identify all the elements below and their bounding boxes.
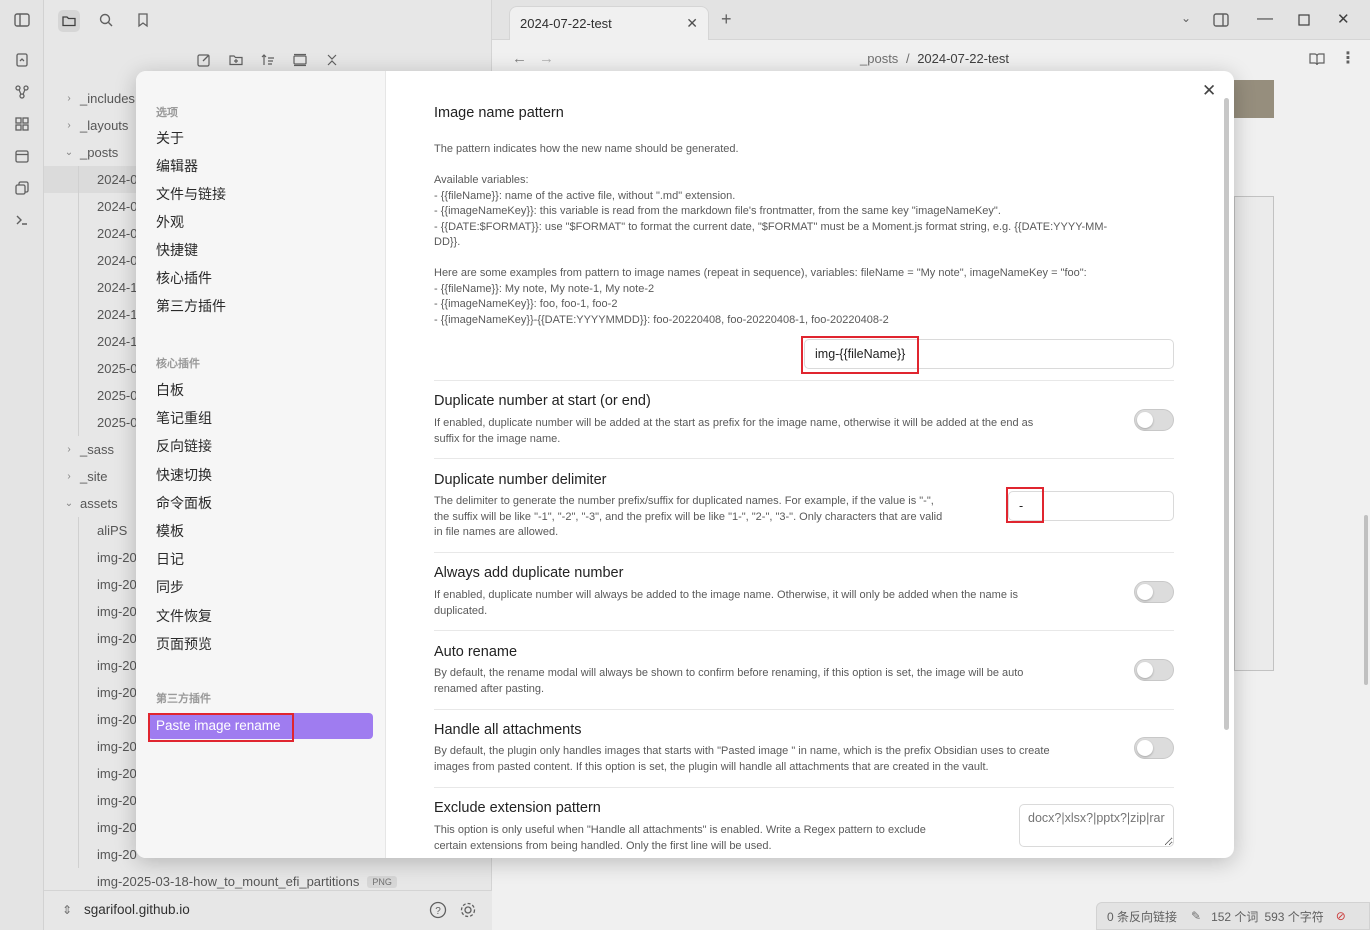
- toggle-knob: [1137, 740, 1153, 756]
- description-line: Here are some examples from pattern to i…: [434, 267, 1087, 279]
- description-line: - {{fileName}}: name of the active file,…: [434, 189, 736, 202]
- nav-item[interactable]: 关于: [156, 127, 184, 149]
- setting-always-dup-title: Always add duplicate number: [434, 565, 624, 581]
- nav-item[interactable]: 笔记重组: [156, 407, 212, 429]
- nav-item[interactable]: 反向链接: [156, 435, 212, 457]
- description-line: in file names are allowed.: [434, 526, 559, 538]
- setting-pattern-title: Image name pattern: [434, 105, 564, 121]
- setting-dup-delim-desc: The delimiter to generate the number pre…: [434, 494, 942, 541]
- description-line: - {{imageNameKey}}-{{DATE:YYYYMMDD}}: fo…: [434, 313, 889, 326]
- divider: [434, 630, 1174, 631]
- toggle-knob: [1137, 584, 1153, 600]
- description-line: The delimiter to generate the number pre…: [434, 495, 934, 507]
- nav-item[interactable]: 编辑器: [156, 155, 198, 177]
- description-line: [434, 158, 1107, 174]
- description-line: - {{fileName}}: My note, My note-1, My n…: [434, 282, 655, 295]
- settings-nav: 选项 核心插件 第三方插件 Paste image rename 关于编辑器文件…: [136, 71, 386, 858]
- nav-section-core-plugins: 核心插件: [156, 358, 200, 370]
- nav-item[interactable]: 页面预览: [156, 633, 212, 655]
- toggle-knob: [1137, 412, 1153, 428]
- nav-item[interactable]: 第三方插件: [156, 295, 226, 317]
- settings-scrollbar[interactable]: [1224, 98, 1229, 730]
- setting-handle-all-desc: By default, the plugin only handles imag…: [434, 744, 1050, 775]
- description-line: renamed after pasting.: [434, 682, 545, 695]
- nav-item[interactable]: 白板: [156, 379, 184, 401]
- nav-item[interactable]: 同步: [156, 576, 184, 598]
- setting-exclude-title: Exclude extension pattern: [434, 800, 601, 816]
- description-line: - {{imageNameKey}}: foo, foo-1, foo-2: [434, 298, 618, 310]
- settings-content: ✕ Image name pattern The pattern indicat…: [386, 71, 1234, 858]
- nav-item[interactable]: 快速切换: [156, 464, 212, 486]
- setting-pattern-desc: The pattern indicates how the new name s…: [434, 142, 1107, 328]
- description-line: DD}}.: [434, 236, 461, 248]
- description-line: The pattern indicates how the new name s…: [434, 143, 739, 155]
- modal-close-icon[interactable]: ✕: [1202, 81, 1216, 101]
- nav-item[interactable]: 模板: [156, 520, 184, 542]
- divider: [434, 787, 1174, 788]
- handle-all-toggle[interactable]: [1134, 737, 1174, 759]
- setting-auto-rename-desc: By default, the rename modal will always…: [434, 666, 1023, 697]
- description-line: By default, the plugin only handles imag…: [434, 745, 1050, 757]
- description-line: By default, the rename modal will always…: [434, 667, 1024, 679]
- settings-modal: 选项 核心插件 第三方插件 Paste image rename 关于编辑器文件…: [136, 71, 1234, 858]
- pattern-input[interactable]: img-{{fileName}}: [804, 339, 1174, 369]
- nav-item[interactable]: 外观: [156, 211, 184, 233]
- nav-section-options: 选项: [156, 107, 178, 119]
- setting-dup-start-title: Duplicate number at start (or end): [434, 393, 651, 409]
- nav-item[interactable]: 文件与链接: [156, 183, 226, 205]
- divider: [434, 458, 1174, 459]
- always-dup-toggle[interactable]: [1134, 581, 1174, 603]
- setting-always-dup-desc: If enabled, duplicate number will always…: [434, 588, 1018, 619]
- description-line: the suffix will be like "-1", "-2", "-3"…: [434, 510, 943, 523]
- nav-item[interactable]: 核心插件: [156, 267, 212, 289]
- description-line: [434, 251, 1107, 267]
- nav-section-community-plugins: 第三方插件: [156, 693, 211, 705]
- description-line: If enabled, duplicate number will be add…: [434, 417, 1034, 429]
- nav-item[interactable]: 文件恢复: [156, 605, 212, 627]
- description-line: - {{imageNameKey}}: this variable is rea…: [434, 205, 1001, 217]
- dup-start-toggle[interactable]: [1134, 409, 1174, 431]
- nav-item-paste-image-rename[interactable]: Paste image rename: [148, 713, 373, 739]
- description-line: This option is only useful when "Handle …: [434, 824, 926, 836]
- description-line: images from pasted content. If this opti…: [434, 760, 989, 773]
- setting-dup-delim-title: Duplicate number delimiter: [434, 472, 607, 488]
- delimiter-input[interactable]: -: [1008, 491, 1174, 521]
- description-line: duplicated.: [434, 604, 488, 617]
- auto-rename-toggle[interactable]: [1134, 659, 1174, 681]
- exclude-pattern-textarea[interactable]: [1019, 804, 1174, 847]
- setting-dup-start-desc: If enabled, duplicate number will be add…: [434, 416, 1033, 447]
- setting-auto-rename-title: Auto rename: [434, 644, 518, 660]
- description-line: suffix for the image name.: [434, 432, 561, 445]
- divider: [434, 709, 1174, 710]
- description-line: - {{DATE:$FORMAT}}: use "$FORMAT" to for…: [434, 220, 1108, 233]
- setting-handle-all-title: Handle all attachments: [434, 722, 582, 738]
- nav-item[interactable]: 日记: [156, 548, 184, 570]
- setting-exclude-desc: This option is only useful when "Handle …: [434, 823, 926, 854]
- description-line: Available variables:: [434, 174, 529, 186]
- nav-item[interactable]: 快捷键: [156, 239, 198, 261]
- divider: [434, 552, 1174, 553]
- divider: [434, 380, 1174, 381]
- nav-item[interactable]: 命令面板: [156, 492, 212, 514]
- description-line: certain extensions from being handled. O…: [434, 839, 772, 852]
- toggle-knob: [1137, 662, 1153, 678]
- description-line: If enabled, duplicate number will always…: [434, 589, 1018, 601]
